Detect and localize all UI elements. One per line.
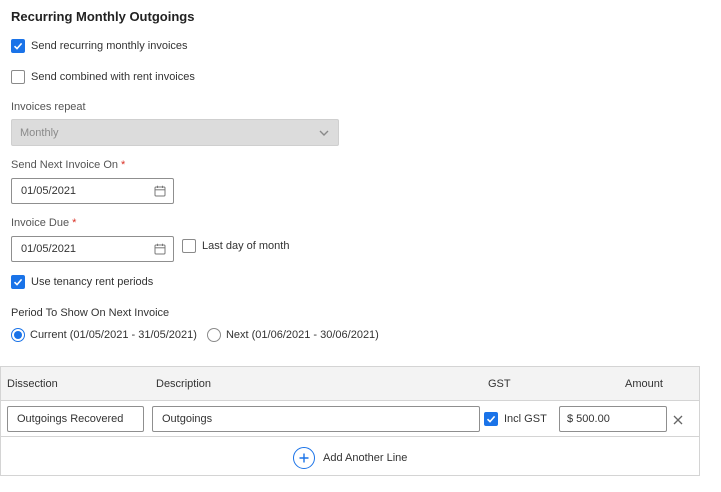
send-recurring-option[interactable]: Send recurring monthly invoices <box>11 39 188 53</box>
amount-input[interactable]: $ 500.00 <box>559 406 667 432</box>
header-amount: Amount <box>625 378 663 390</box>
send-recurring-checkbox[interactable] <box>11 39 25 53</box>
send-combined-label: Send combined with rent invoices <box>31 71 195 83</box>
invoices-repeat-value: Monthly <box>20 126 59 139</box>
invoice-due-label: Invoice Due * <box>11 217 76 229</box>
invoice-due-label-text: Invoice Due <box>11 217 70 229</box>
section-title: Recurring Monthly Outgoings <box>11 9 195 24</box>
add-another-line-button[interactable]: Add Another Line <box>293 447 407 469</box>
period-label: Period To Show On Next Invoice <box>11 307 170 319</box>
table-header: Dissection Description GST Amount <box>1 367 699 401</box>
invoice-due-date-input[interactable]: 01/05/2021 <box>11 236 174 262</box>
check-icon <box>13 278 23 286</box>
last-day-label: Last day of month <box>202 240 290 252</box>
gst-checkbox[interactable] <box>484 412 498 426</box>
radio-dot <box>14 331 22 339</box>
dissection-value: Outgoings Recovered <box>17 413 124 425</box>
dissection-table: Dissection Description GST Amount Outgoi… <box>0 366 700 476</box>
calendar-icon[interactable] <box>154 185 166 197</box>
invoices-repeat-select[interactable]: Monthly <box>11 119 339 146</box>
chevron-down-icon <box>319 130 329 136</box>
use-tenancy-checkbox[interactable] <box>11 275 25 289</box>
header-gst: GST <box>488 378 511 390</box>
period-current-label[interactable]: Current (01/05/2021 - 31/05/2021) <box>30 329 197 341</box>
add-another-line-label: Add Another Line <box>323 452 408 464</box>
description-value: Outgoings <box>162 413 213 425</box>
use-tenancy-option[interactable]: Use tenancy rent periods <box>11 275 153 289</box>
last-day-checkbox[interactable] <box>182 239 196 253</box>
send-next-date-input[interactable]: 01/05/2021 <box>11 178 174 204</box>
send-combined-option[interactable]: Send combined with rent invoices <box>11 70 195 84</box>
amount-value: $ 500.00 <box>567 413 610 425</box>
last-day-option[interactable]: Last day of month <box>182 239 289 253</box>
dissection-input[interactable]: Outgoings Recovered <box>7 406 144 432</box>
period-next-radio[interactable] <box>206 328 221 342</box>
plus-circle-icon <box>293 447 315 469</box>
period-current-radio[interactable] <box>11 328 25 342</box>
send-next-label-text: Send Next Invoice On <box>11 159 119 171</box>
send-combined-checkbox[interactable] <box>11 70 25 84</box>
description-input[interactable]: Outgoings <box>152 406 480 432</box>
period-next-label[interactable]: Next (01/06/2021 - 30/06/2021) <box>226 329 379 341</box>
gst-label: Incl GST <box>504 413 547 425</box>
header-dissection: Dissection <box>7 378 58 390</box>
use-tenancy-label: Use tenancy rent periods <box>31 276 154 288</box>
check-icon <box>486 415 496 423</box>
send-next-date-value: 01/05/2021 <box>21 185 77 197</box>
header-description: Description <box>156 378 212 390</box>
gst-option[interactable]: Incl GST <box>484 412 547 426</box>
send-next-label: Send Next Invoice On * <box>11 159 125 171</box>
check-icon <box>13 42 23 50</box>
calendar-icon[interactable] <box>154 243 166 255</box>
close-icon[interactable] <box>672 414 684 426</box>
row-divider <box>1 436 699 437</box>
required-marker: * <box>121 159 126 171</box>
send-recurring-label: Send recurring monthly invoices <box>31 40 188 52</box>
period-radio-group: Current (01/05/2021 - 31/05/2021) Next (… <box>11 328 389 342</box>
invoices-repeat-label: Invoices repeat <box>11 101 86 113</box>
required-marker: * <box>72 217 77 229</box>
invoice-due-date-value: 01/05/2021 <box>21 243 77 255</box>
